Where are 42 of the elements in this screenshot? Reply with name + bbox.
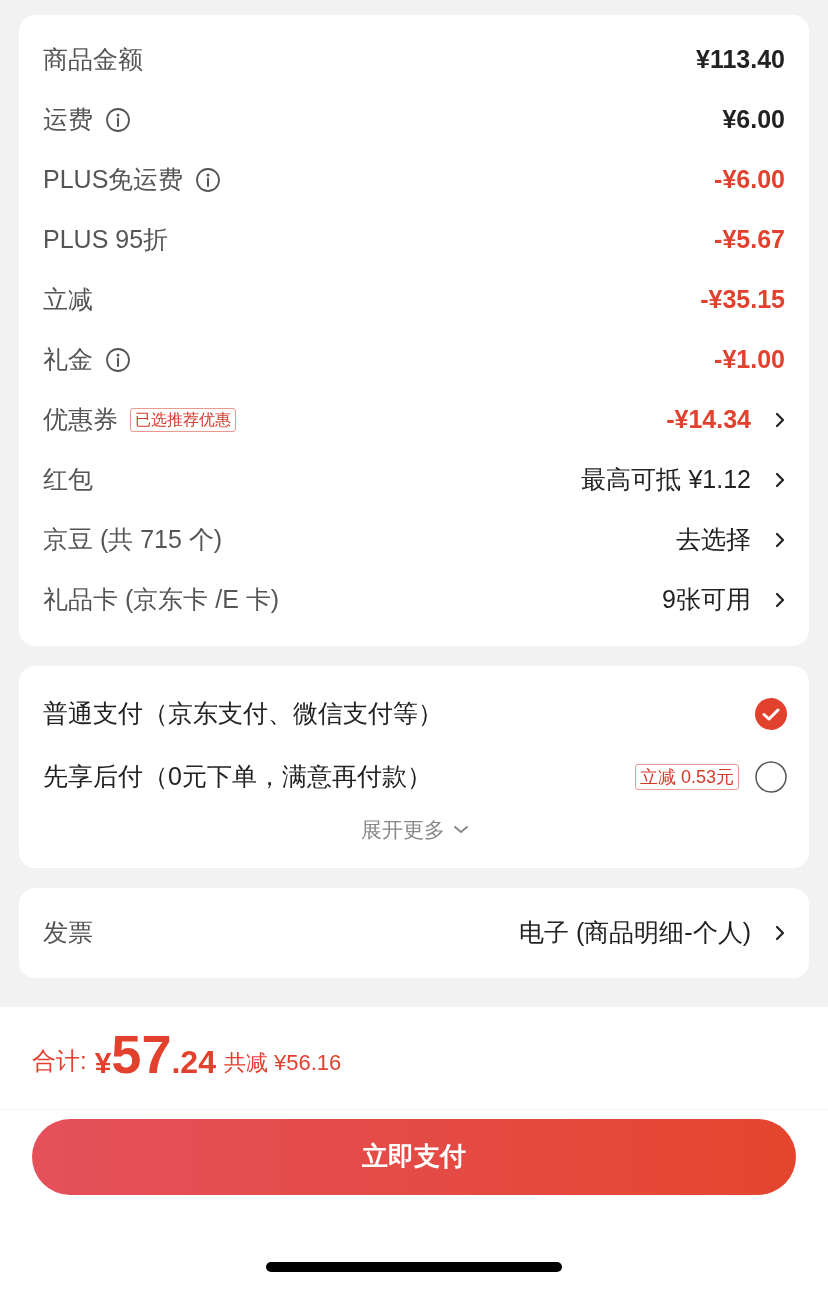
pay-button[interactable]: 立即支付 xyxy=(32,1118,796,1195)
radio-unchecked[interactable] xyxy=(755,760,787,793)
invoice-label: 发票 xyxy=(43,916,93,948)
fee-value: ¥113.40 xyxy=(696,44,785,76)
fee-value: -¥6.00 xyxy=(714,164,785,196)
invoice-value[interactable]: 电子 (商品明细-个人) xyxy=(519,913,751,952)
chevron-right-icon xyxy=(775,924,785,941)
fee-label: 立减 xyxy=(43,284,93,316)
fee-value: -¥35.15 xyxy=(700,284,785,316)
discount-tag: 立减 0.53元 xyxy=(634,763,739,790)
chevron-right-icon xyxy=(775,472,785,488)
fee-value: ¥6.00 xyxy=(722,104,785,136)
chevron-down-icon xyxy=(453,824,469,835)
fee-label: 红包 xyxy=(43,464,93,496)
chevron-right-icon xyxy=(775,412,785,428)
radio-checked[interactable] xyxy=(755,697,787,730)
info-icon[interactable] xyxy=(105,347,131,373)
fee-value[interactable]: 去选择 xyxy=(676,521,751,559)
fee-label: PLUS 95折 xyxy=(43,224,169,256)
fee-value: -¥5.67 xyxy=(714,224,785,256)
fee-label: 优惠券 xyxy=(43,404,118,436)
expand-more-button[interactable]: 展开更多 xyxy=(361,814,469,846)
payment-option[interactable]: 普通支付（京东支付、微信支付等） xyxy=(43,694,443,733)
info-icon[interactable] xyxy=(195,167,222,193)
chevron-right-icon xyxy=(775,592,785,608)
total-amount: ¥57.24 xyxy=(94,1026,216,1081)
fee-value[interactable]: 9张可用 xyxy=(662,581,751,619)
fee-label: 京豆 (共 715 个) xyxy=(43,524,223,556)
fee-label: 礼金 xyxy=(43,344,93,376)
payment-option[interactable]: 先享后付（0元下单，满意再付款） xyxy=(43,757,432,796)
fee-label: 运费 xyxy=(43,104,93,136)
fee-label: 商品金额 xyxy=(43,44,143,76)
fee-label: 礼品卡 (京东卡 /E 卡) xyxy=(43,584,280,616)
fee-label: PLUS免运费 xyxy=(43,164,184,196)
fee-value[interactable]: -¥14.34 xyxy=(666,401,751,439)
info-icon[interactable] xyxy=(105,107,131,133)
fee-value[interactable]: 最高可抵 ¥1.12 xyxy=(581,461,751,499)
coupon-tag: 已选推荐优惠 xyxy=(130,408,236,432)
fee-value: -¥1.00 xyxy=(714,344,785,376)
total-savings: 共减 ¥56.16 xyxy=(223,1048,342,1077)
chevron-right-icon xyxy=(775,532,785,548)
total-label: 合计: xyxy=(32,1045,87,1076)
